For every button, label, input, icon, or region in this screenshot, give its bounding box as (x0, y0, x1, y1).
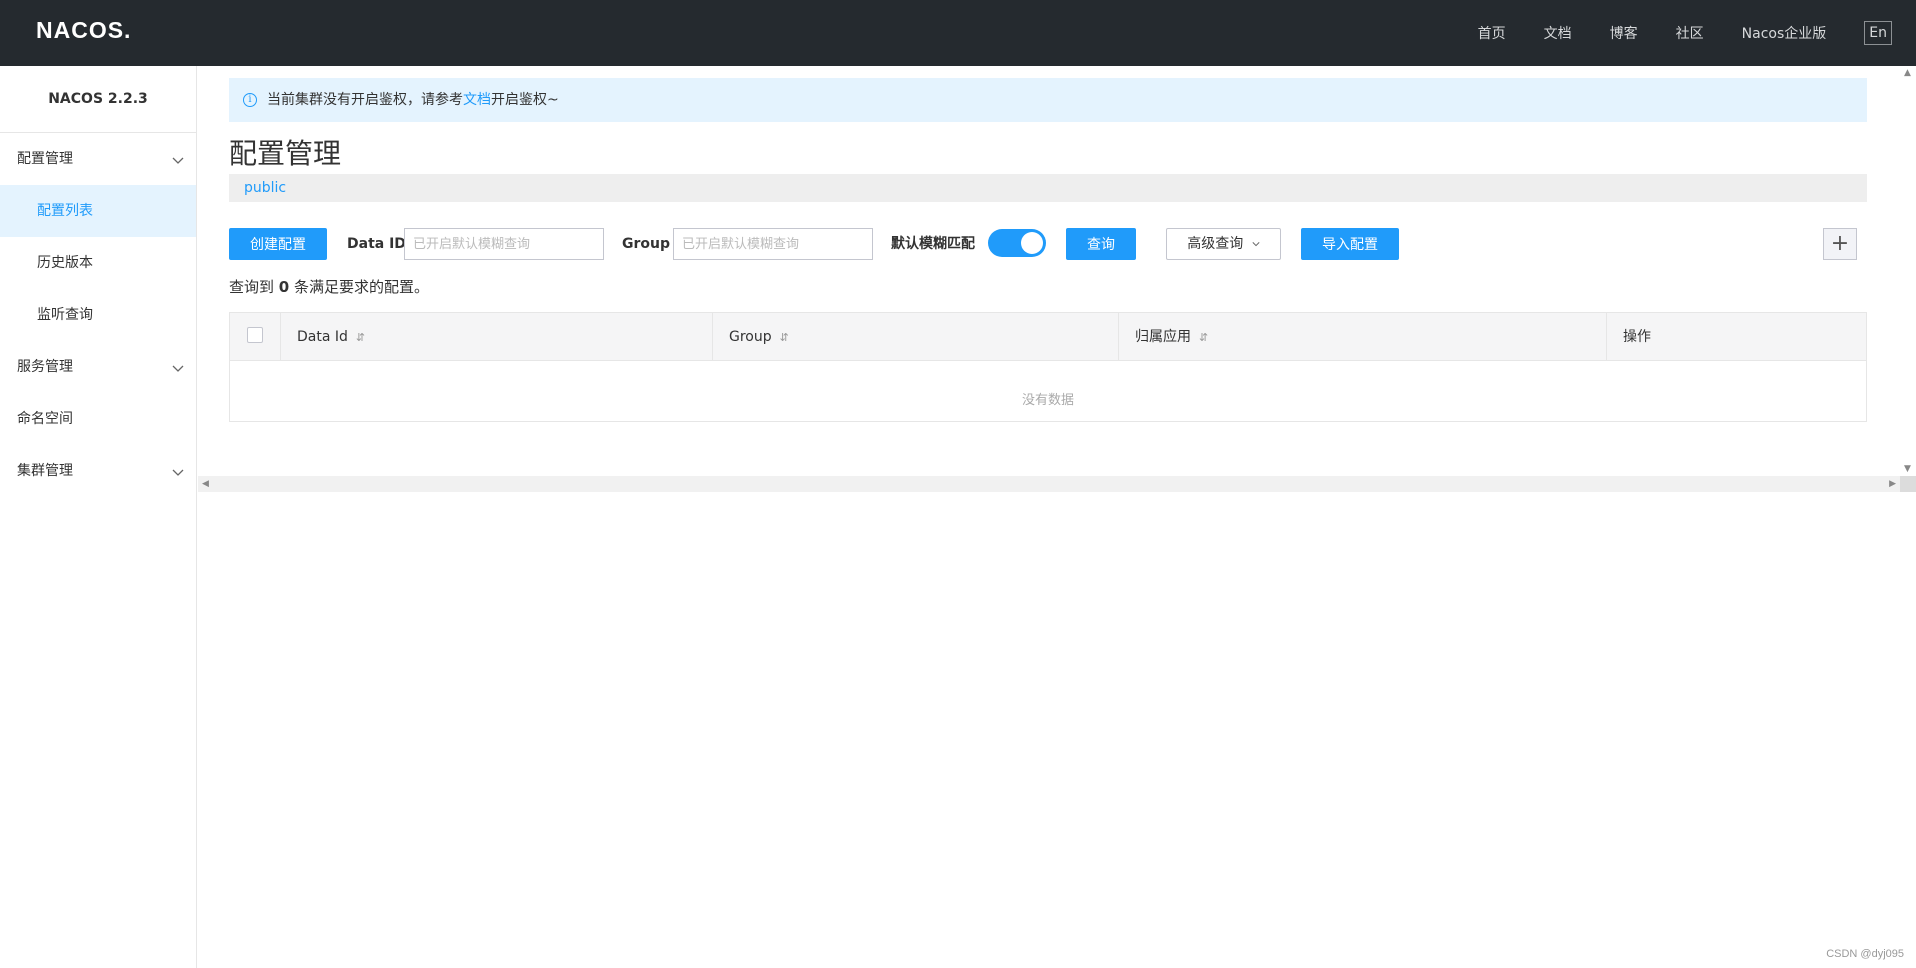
nav-enterprise[interactable]: Nacos企业版 (1742, 23, 1827, 43)
sidebar-group-label: 服务管理 (17, 359, 73, 375)
chevron-down-icon (172, 341, 184, 393)
sidebar-item-history[interactable]: 历史版本 (0, 237, 196, 289)
result-suffix: 条满足要求的配置。 (294, 278, 430, 296)
query-toolbar: 创建配置 Data ID Group 默认模糊匹配 查询 高级查询 导入配置 + (229, 228, 1867, 260)
notice-text: 当前集群没有开启鉴权，请参考 (267, 92, 463, 108)
horizontal-scrollbar[interactable]: ◀ ▶ (198, 476, 1900, 492)
plus-icon[interactable]: + (1823, 228, 1857, 260)
sort-icon[interactable]: ⇵ (1199, 331, 1208, 344)
result-count: 0 (278, 278, 290, 296)
group-input[interactable] (673, 228, 873, 260)
config-table: Data Id ⇵ Group ⇵ 归属应用 ⇵ 操作 没有数据 (229, 312, 1867, 422)
scroll-down-arrow-icon[interactable]: ▼ (1904, 464, 1911, 474)
column-header-app: 归属应用 ⇵ (1118, 313, 1606, 361)
scroll-right-arrow-icon[interactable]: ▶ (1889, 479, 1896, 489)
fuzzy-match-toggle[interactable] (988, 229, 1046, 257)
nav-blog[interactable]: 博客 (1610, 23, 1638, 43)
toggle-knob (1021, 232, 1043, 254)
info-icon: i (243, 93, 257, 107)
empty-table-message: 没有数据 (1021, 393, 1074, 408)
sidebar-item-config-list[interactable]: 配置列表 (0, 185, 196, 237)
sort-icon[interactable]: ⇵ (356, 331, 365, 344)
top-nav: 首页 文档 博客 社区 Nacos企业版 En (1478, 0, 1892, 66)
sidebar-group-config-management[interactable]: 配置管理 (0, 133, 196, 185)
select-all-checkbox[interactable] (247, 327, 263, 343)
language-switch-button[interactable]: En (1864, 21, 1892, 45)
nacos-logo[interactable]: NACOS. (36, 17, 131, 44)
namespace-bar: public (229, 174, 1867, 202)
sidebar-item-listener-query[interactable]: 监听查询 (0, 289, 196, 341)
auth-notice-banner: i 当前集群没有开启鉴权，请参考文档开启鉴权~ (229, 78, 1867, 122)
column-label: 操作 (1623, 329, 1651, 345)
sort-icon[interactable]: ⇵ (780, 331, 789, 344)
sidebar-group-cluster-management[interactable]: 集群管理 (0, 445, 196, 497)
scrollbar-corner (1900, 476, 1916, 492)
result-count-text: 查询到 0 条满足要求的配置。 (229, 276, 429, 297)
advanced-query-label: 高级查询 (1187, 236, 1244, 252)
column-header-dataid: Data Id ⇵ (280, 313, 712, 361)
chevron-down-icon (172, 133, 184, 185)
sidebar-group-label: 集群管理 (17, 463, 73, 479)
chevron-down-icon (1252, 242, 1260, 247)
column-label: 归属应用 (1135, 329, 1191, 345)
column-label: Data Id (297, 329, 348, 345)
vertical-scrollbar[interactable]: ▲ ▼ (1900, 66, 1916, 476)
table-header: Data Id ⇵ Group ⇵ 归属应用 ⇵ 操作 (230, 313, 1866, 361)
chevron-down-icon (172, 445, 184, 497)
top-navbar: NACOS. 首页 文档 博客 社区 Nacos企业版 En (0, 0, 1916, 66)
column-label: Group (729, 329, 772, 345)
nav-home[interactable]: 首页 (1478, 23, 1506, 43)
dataid-label: Data ID (347, 236, 406, 252)
namespace-public-link[interactable]: public (244, 180, 286, 196)
column-header-actions: 操作 (1606, 313, 1866, 361)
sidebar-group-service-management[interactable]: 服务管理 (0, 341, 196, 393)
column-header-group: Group ⇵ (712, 313, 1118, 361)
scroll-up-arrow-icon[interactable]: ▲ (1904, 68, 1911, 78)
query-button[interactable]: 查询 (1066, 228, 1136, 260)
nav-community[interactable]: 社区 (1676, 23, 1704, 43)
advanced-query-button[interactable]: 高级查询 (1166, 228, 1281, 260)
main-content: i 当前集群没有开启鉴权，请参考文档开启鉴权~ 配置管理 public 创建配置… (198, 66, 1898, 484)
create-config-button[interactable]: 创建配置 (229, 228, 327, 260)
sidebar-item-namespace[interactable]: 命名空间 (0, 393, 196, 445)
fuzzy-match-label: 默认模糊匹配 (891, 236, 975, 252)
import-config-button[interactable]: 导入配置 (1301, 228, 1399, 260)
sidebar-title: NACOS 2.2.3 (0, 66, 196, 133)
notice-text-end: 开启鉴权~ (491, 92, 559, 108)
notice-doc-link[interactable]: 文档 (463, 92, 491, 108)
sidebar-group-label: 配置管理 (17, 151, 73, 167)
sidebar-group-label: 命名空间 (17, 411, 73, 427)
scroll-left-arrow-icon[interactable]: ◀ (202, 479, 209, 489)
nav-docs[interactable]: 文档 (1544, 23, 1572, 43)
dataid-input[interactable] (404, 228, 604, 260)
result-prefix: 查询到 (229, 278, 275, 296)
page-title: 配置管理 (229, 137, 342, 170)
watermark: CSDN @dyj095 (1826, 948, 1904, 960)
group-label: Group (622, 236, 671, 252)
sidebar: NACOS 2.2.3 配置管理 配置列表 历史版本 监听查询 服务管理 命名空… (0, 66, 197, 968)
